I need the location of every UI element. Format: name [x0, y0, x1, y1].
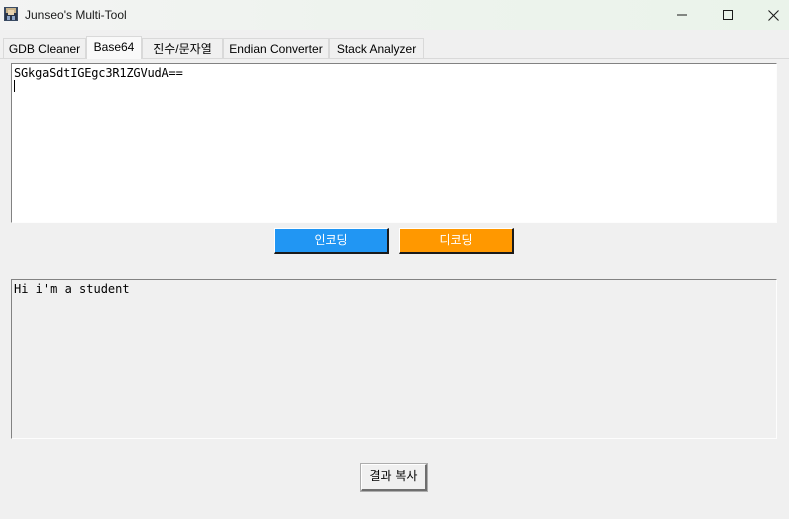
tab-endian-converter[interactable]: Endian Converter	[223, 38, 329, 58]
minimize-button[interactable]	[659, 0, 705, 30]
output-text: Hi i'm a student	[14, 282, 130, 296]
close-icon	[767, 9, 779, 21]
input-text: SGkgaSdtIGEgc3R1ZGVudA==	[14, 66, 183, 80]
base64-input-textarea[interactable]: SGkgaSdtIGEgc3R1ZGVudA==	[11, 63, 777, 223]
base64-output-textarea[interactable]: Hi i'm a student	[11, 279, 777, 439]
tab-gdb-cleaner[interactable]: GDB Cleaner	[3, 38, 86, 58]
tab-stack-analyzer[interactable]: Stack Analyzer	[329, 38, 424, 58]
close-button[interactable]	[750, 0, 789, 30]
maximize-button[interactable]	[705, 0, 751, 30]
maximize-icon	[723, 10, 733, 20]
minimize-icon	[677, 14, 687, 16]
text-caret	[14, 80, 15, 92]
tab-strip: GDB Cleaner Base64 진수/문자열 Endian Convert…	[0, 30, 789, 59]
tab-radix-string[interactable]: 진수/문자열	[142, 38, 223, 58]
title-bar[interactable]: Junseo's Multi-Tool	[0, 0, 789, 30]
window-title: Junseo's Multi-Tool	[25, 8, 127, 22]
encode-button[interactable]: 인코딩	[274, 228, 389, 254]
decode-button[interactable]: 디코딩	[399, 228, 514, 254]
tab-base64[interactable]: Base64	[86, 36, 142, 59]
app-icon	[4, 7, 18, 21]
copy-result-button[interactable]: 결과 복사	[360, 463, 428, 492]
